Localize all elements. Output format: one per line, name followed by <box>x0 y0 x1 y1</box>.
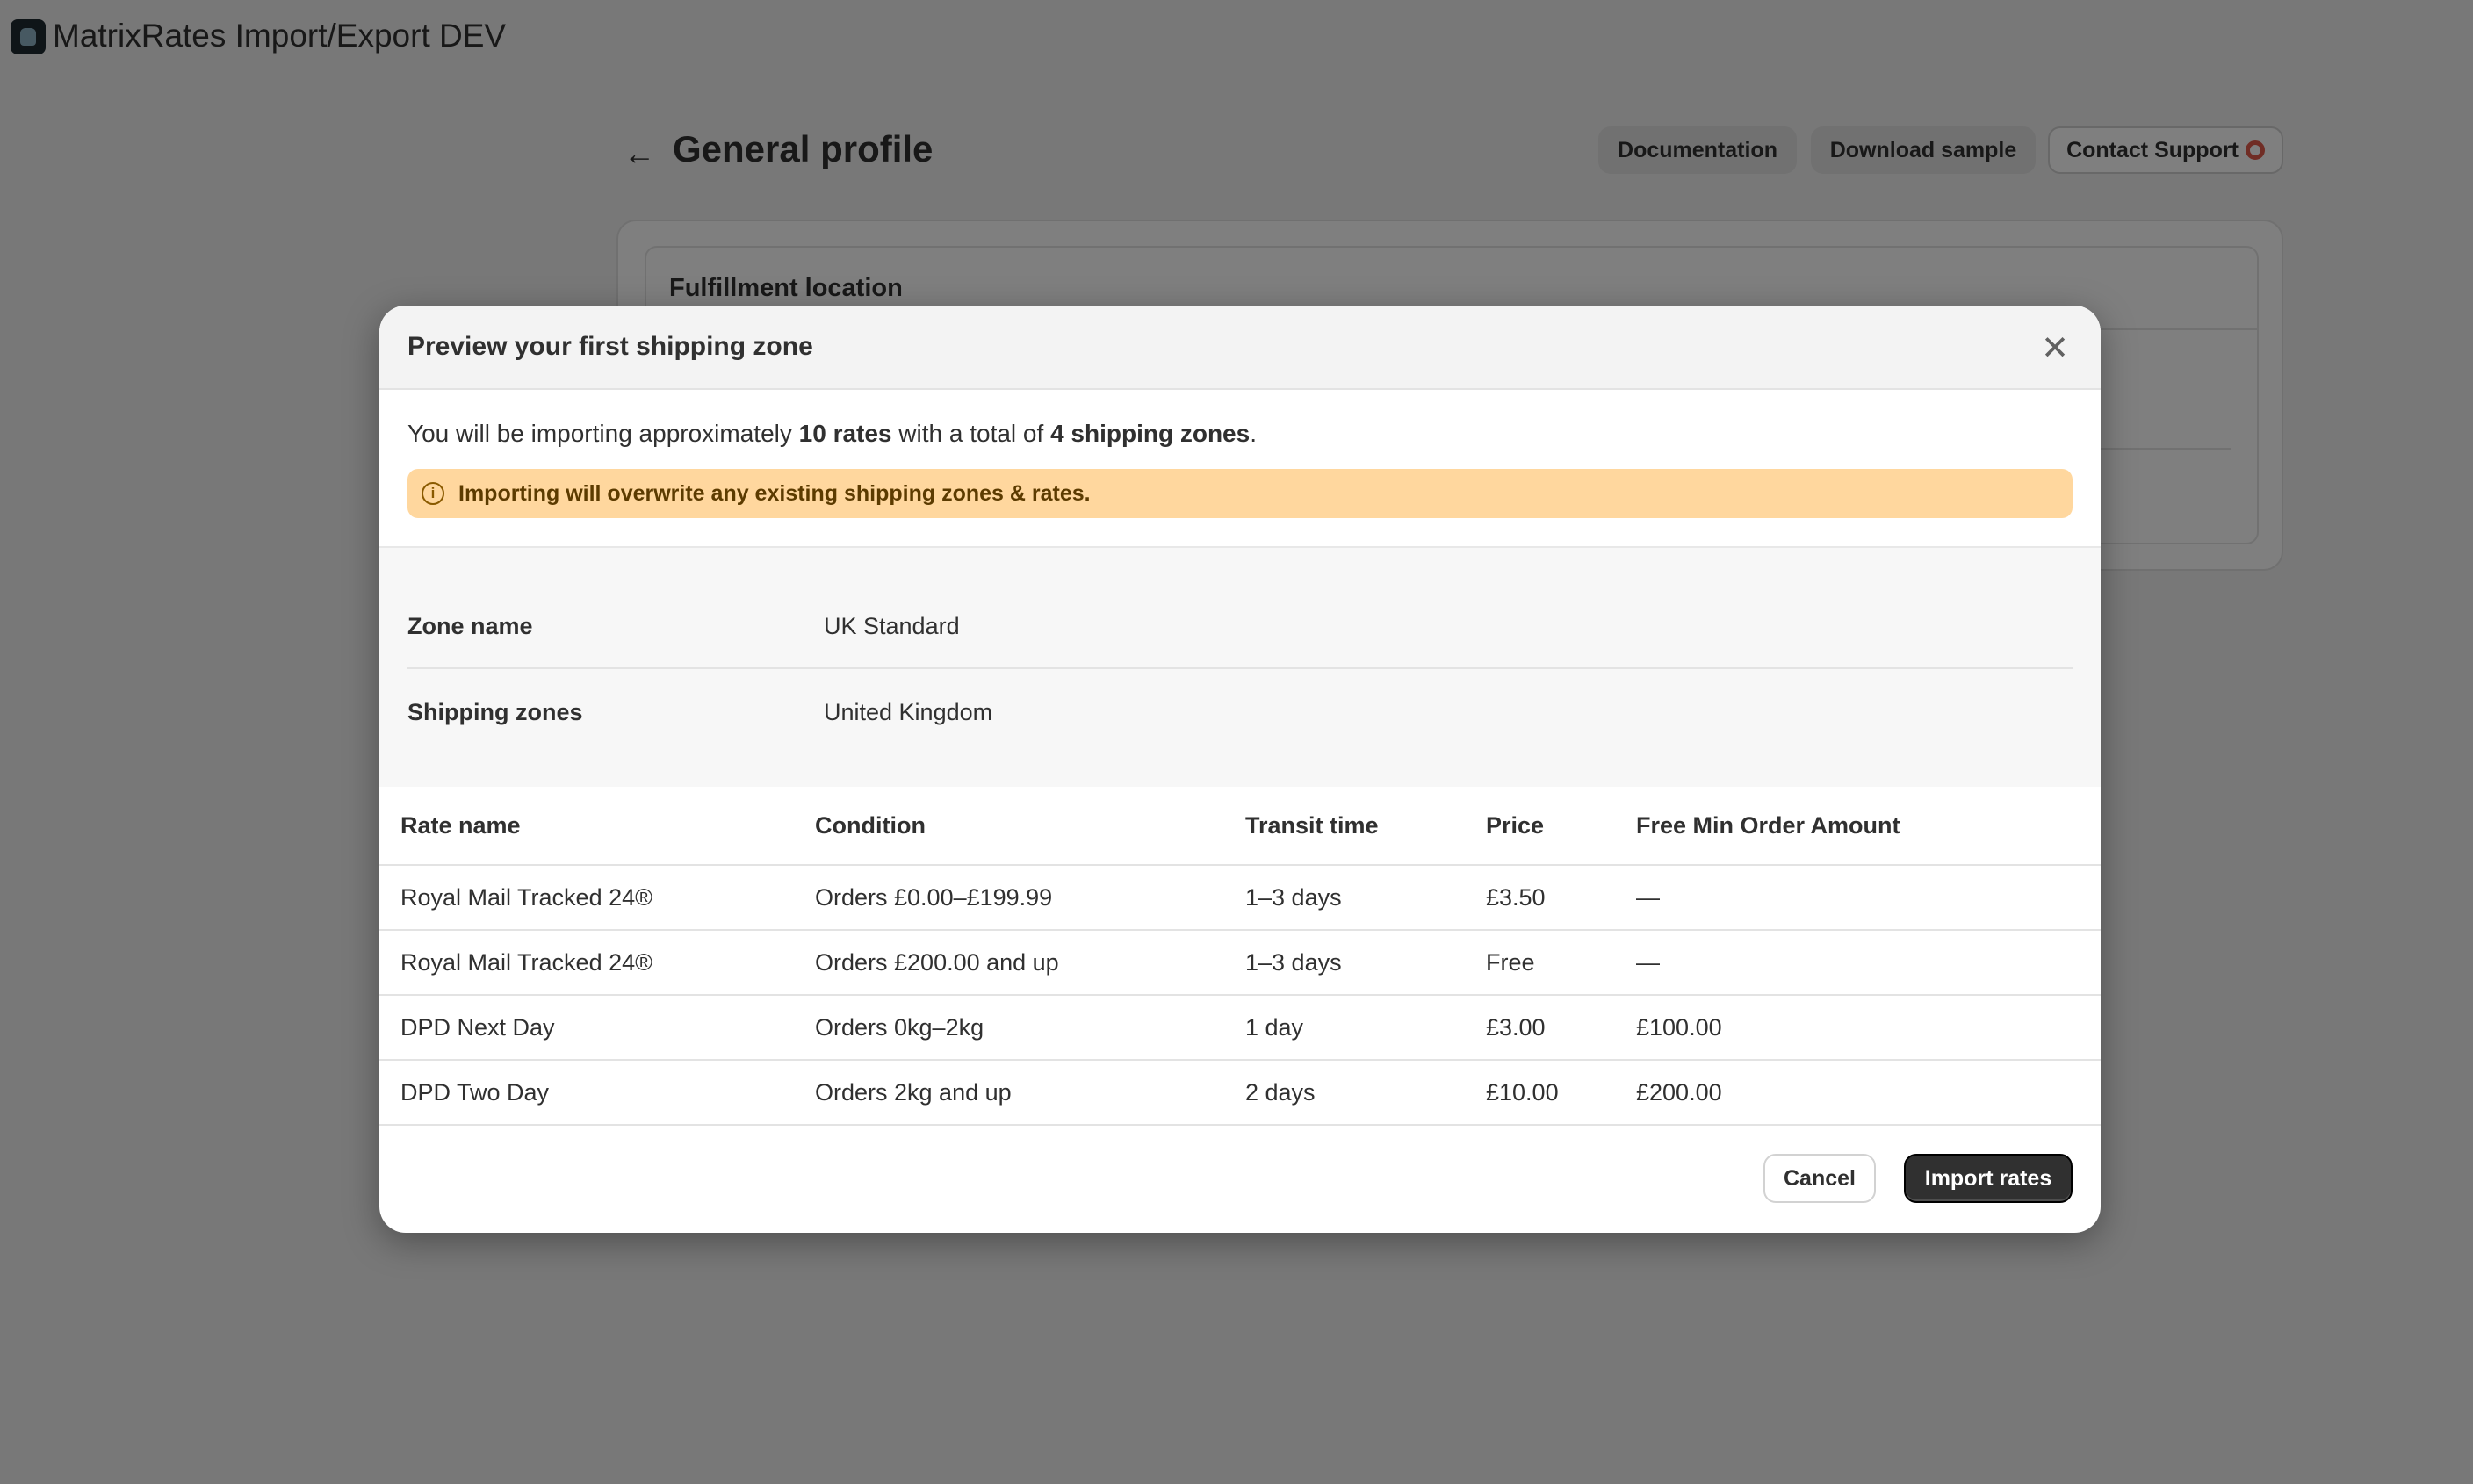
column-header-condition: Condition <box>815 787 1245 866</box>
rate-name-cell: Royal Mail Tracked 24® <box>379 865 815 931</box>
warning-banner: i Importing will overwrite any existing … <box>407 469 2073 518</box>
shipping-zones-label: Shipping zones <box>407 699 583 725</box>
rate-name-cell: DPD Next Day <box>379 995 815 1061</box>
warning-text: Importing will overwrite any existing sh… <box>458 480 1091 506</box>
preview-modal: Preview your first shipping zone ✕ You w… <box>379 306 2101 1233</box>
transit-time-cell: 1–3 days <box>1245 865 1486 931</box>
free-min-order-cell: £100.00 <box>1636 995 2101 1061</box>
rate-name-cell: DPD Two Day <box>379 1060 815 1126</box>
shipping-zones-row: Shipping zones United Kingdom <box>407 669 2073 753</box>
modal-title: Preview your first shipping zone <box>407 332 813 361</box>
zone-name-label: Zone name <box>407 613 533 639</box>
price-cell: £10.00 <box>1486 1060 1636 1126</box>
cancel-button[interactable]: Cancel <box>1763 1154 1876 1203</box>
condition-cell: Orders 0kg–2kg <box>815 995 1245 1061</box>
column-header-free-min-order: Free Min Order Amount <box>1636 787 2101 866</box>
transit-time-cell: 1–3 days <box>1245 930 1486 996</box>
transit-time-cell: 2 days <box>1245 1060 1486 1126</box>
summary-middle: with a total of <box>891 420 1051 447</box>
summary-prefix: You will be importing approximately <box>407 420 799 447</box>
condition-cell: Orders £0.00–£199.99 <box>815 865 1245 931</box>
zone-name-row: Zone name UK Standard <box>407 583 2073 669</box>
info-icon: i <box>422 482 444 505</box>
column-header-transit-time: Transit time <box>1245 787 1486 866</box>
import-rates-button-label: Import rates <box>1924 1165 2052 1191</box>
table-row: DPD Two Day Orders 2kg and up 2 days £10… <box>379 1060 2101 1126</box>
shipping-zones-value: United Kingdom <box>824 699 993 725</box>
price-cell: Free <box>1486 930 1636 996</box>
column-header-price: Price <box>1486 787 1636 866</box>
summary-suffix: . <box>1250 420 1257 447</box>
import-summary: You will be importing approximately 10 r… <box>407 420 1257 448</box>
zone-details: Zone name UK Standard Shipping zones Uni… <box>379 546 2101 787</box>
modal-footer: Cancel Import rates <box>379 1127 2101 1233</box>
modal-header: Preview your first shipping zone ✕ <box>379 306 2101 390</box>
condition-cell: Orders £200.00 and up <box>815 930 1245 996</box>
transit-time-cell: 1 day <box>1245 995 1486 1061</box>
summary-rates: 10 rates <box>798 420 892 447</box>
free-min-order-cell: — <box>1636 865 2101 931</box>
price-cell: £3.50 <box>1486 865 1636 931</box>
column-header-rate-name: Rate name <box>379 787 815 866</box>
import-rates-button[interactable]: Import rates <box>1904 1154 2073 1203</box>
condition-cell: Orders 2kg and up <box>815 1060 1245 1126</box>
close-icon[interactable]: ✕ <box>2036 328 2074 367</box>
free-min-order-cell: £200.00 <box>1636 1060 2101 1126</box>
zone-name-value: UK Standard <box>824 613 960 639</box>
cancel-button-label: Cancel <box>1784 1165 1856 1191</box>
table-row: Royal Mail Tracked 24® Orders £0.00–£199… <box>379 865 2101 931</box>
table-row: DPD Next Day Orders 0kg–2kg 1 day £3.00 … <box>379 995 2101 1061</box>
table-row: Royal Mail Tracked 24® Orders £200.00 an… <box>379 930 2101 996</box>
table-header-row: Rate name Condition Transit time Price F… <box>379 787 2101 866</box>
free-min-order-cell: — <box>1636 930 2101 996</box>
price-cell: £3.00 <box>1486 995 1636 1061</box>
summary-zones: 4 shipping zones <box>1050 420 1251 447</box>
rate-name-cell: Royal Mail Tracked 24® <box>379 930 815 996</box>
rates-table: Rate name Condition Transit time Price F… <box>379 787 2101 1126</box>
